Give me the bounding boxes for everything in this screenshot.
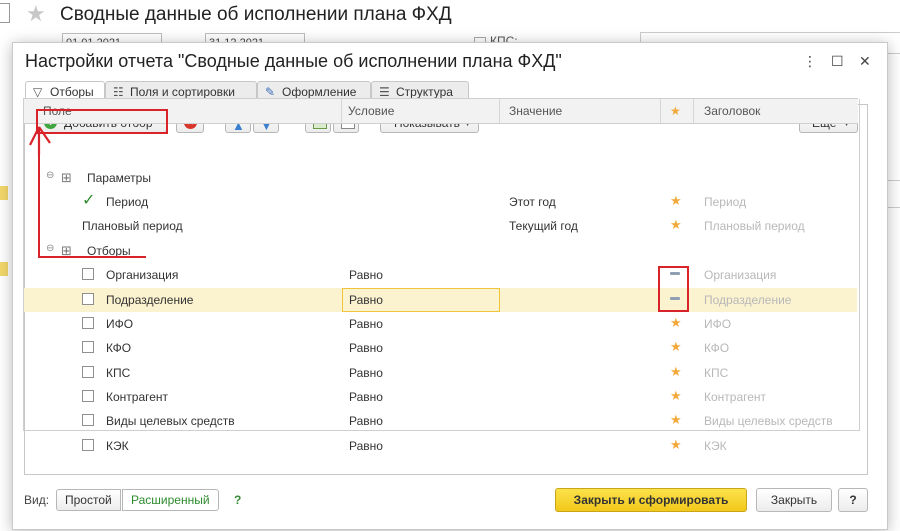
title-cell[interactable]: Организация bbox=[704, 268, 776, 282]
title-cell[interactable]: Период bbox=[704, 195, 746, 209]
star-icon[interactable]: ★ bbox=[670, 315, 682, 331]
table-row[interactable]: КФО Равно ★ КФО bbox=[24, 336, 857, 360]
condition-cell[interactable]: Равно bbox=[349, 414, 383, 428]
checkbox[interactable] bbox=[82, 293, 94, 305]
background-checkbox bbox=[0, 3, 10, 23]
title-cell[interactable]: КПС bbox=[704, 366, 728, 380]
condition-cell[interactable]: Равно bbox=[349, 341, 383, 355]
annotation-box-markers bbox=[658, 266, 689, 312]
field-cell: Плановый период bbox=[82, 219, 183, 233]
table-row[interactable]: КЭК Равно ★ КЭК bbox=[24, 434, 857, 458]
background-title: Сводные данные об исполнении плана ФХД bbox=[60, 4, 452, 25]
background-highlight bbox=[0, 186, 8, 200]
field-cell: Контрагент bbox=[106, 390, 169, 404]
star-icon[interactable]: ★ bbox=[670, 339, 682, 355]
table-row[interactable]: КПС Равно ★ КПС bbox=[24, 361, 857, 385]
collapse-icon[interactable]: ⊖ bbox=[46, 170, 54, 181]
condition-cell[interactable]: Равно bbox=[349, 293, 383, 307]
table-row[interactable]: ✓ Период Этот год ★ Период bbox=[24, 190, 857, 214]
field-cell: КЭК bbox=[106, 439, 129, 453]
checkbox[interactable] bbox=[82, 268, 94, 280]
checkbox[interactable] bbox=[82, 366, 94, 378]
annotation-arrow bbox=[29, 126, 51, 155]
title-cell[interactable]: Подразделение bbox=[704, 293, 791, 307]
table-row[interactable]: Организация Равно Организация bbox=[24, 263, 857, 287]
star-icon[interactable]: ★ bbox=[670, 364, 682, 380]
title-cell[interactable]: КЭК bbox=[704, 439, 727, 453]
checkbox[interactable] bbox=[82, 414, 94, 426]
checkbox-checked[interactable]: ✓ bbox=[82, 190, 95, 210]
more-menu-icon[interactable]: ⋮ bbox=[803, 53, 817, 70]
field-cell: Период bbox=[106, 195, 149, 209]
background-highlight-2 bbox=[0, 262, 8, 276]
star-icon[interactable]: ★ bbox=[670, 437, 682, 453]
group-row-params[interactable]: ⊖ ⊞ Параметры bbox=[24, 166, 857, 190]
table-row[interactable]: Виды целевых средств Равно ★ Виды целевы… bbox=[24, 409, 857, 433]
collapse-icon[interactable]: ⊖ bbox=[46, 243, 54, 254]
dialog-title: Настройки отчета "Сводные данные об испо… bbox=[25, 51, 562, 71]
group-label: Параметры bbox=[87, 171, 151, 185]
field-cell: Подразделение bbox=[106, 293, 194, 307]
maximize-icon[interactable]: ☐ bbox=[831, 53, 844, 70]
table-row[interactable]: Контрагент Равно ★ Контрагент bbox=[24, 385, 857, 409]
star-icon[interactable]: ★ bbox=[670, 388, 682, 404]
table-row[interactable]: Плановый период Текущий год ★ Плановый п… bbox=[24, 214, 857, 238]
checkbox[interactable] bbox=[82, 317, 94, 329]
field-cell: Виды целевых средств bbox=[106, 414, 235, 428]
params-group-icon: ⊞ bbox=[61, 170, 72, 185]
star-icon[interactable]: ★ bbox=[670, 412, 682, 428]
checkbox[interactable] bbox=[82, 439, 94, 451]
field-cell: КФО bbox=[106, 341, 132, 355]
star-icon[interactable]: ★ bbox=[670, 193, 682, 209]
annotation-box-add-filter bbox=[36, 109, 168, 134]
annotation-line-horizontal bbox=[38, 256, 146, 258]
condition-cell[interactable]: Равно bbox=[349, 439, 383, 453]
title-cell[interactable]: ИФО bbox=[704, 317, 731, 331]
table-row[interactable]: ИФО Равно ★ ИФО bbox=[24, 312, 857, 336]
value-cell[interactable]: Этот год bbox=[509, 195, 556, 209]
field-cell: Организация bbox=[106, 268, 179, 282]
checkbox[interactable] bbox=[82, 390, 94, 402]
checkbox[interactable] bbox=[82, 341, 94, 353]
title-cell[interactable]: Виды целевых средств bbox=[704, 414, 833, 428]
value-cell[interactable]: Текущий год bbox=[509, 219, 578, 233]
title-cell[interactable]: Плановый период bbox=[704, 219, 805, 233]
title-cell[interactable]: КФО bbox=[704, 341, 729, 355]
favorite-star-icon[interactable]: ★ bbox=[26, 1, 46, 27]
field-cell: КПС bbox=[106, 366, 131, 380]
group-row-filters[interactable]: ⊖ ⊞ Отборы bbox=[24, 239, 857, 263]
condition-cell[interactable]: Равно bbox=[349, 366, 383, 380]
condition-cell[interactable]: Равно bbox=[349, 390, 383, 404]
condition-cell[interactable]: Равно bbox=[349, 268, 383, 282]
star-icon[interactable]: ★ bbox=[670, 217, 682, 233]
close-icon[interactable]: ✕ bbox=[859, 53, 871, 70]
field-cell: ИФО bbox=[106, 317, 134, 331]
title-cell[interactable]: Контрагент bbox=[704, 390, 766, 404]
table-row-selected[interactable]: Подразделение Равно Подразделение bbox=[24, 288, 857, 312]
condition-cell[interactable]: Равно bbox=[349, 317, 383, 331]
